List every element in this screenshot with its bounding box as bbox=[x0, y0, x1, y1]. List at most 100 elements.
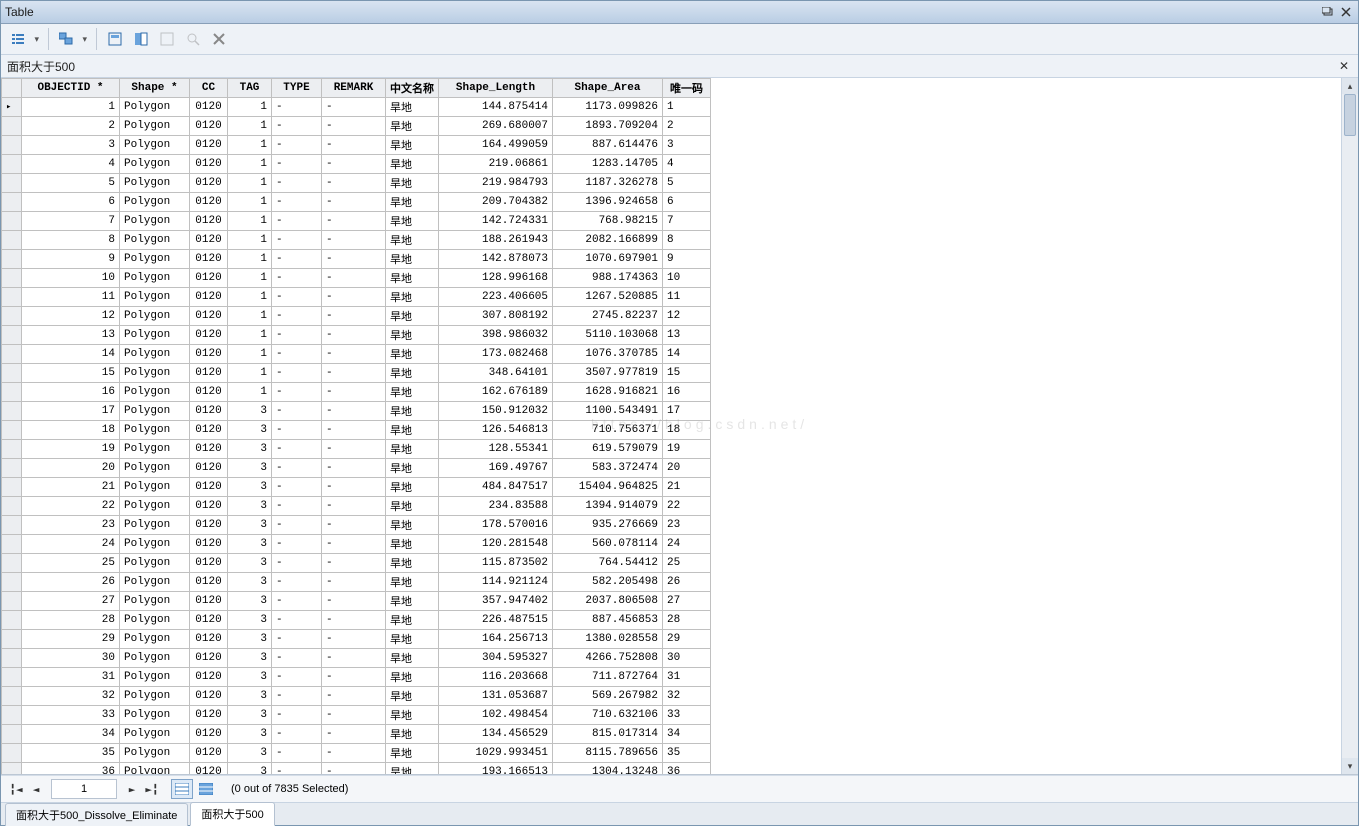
table-row[interactable]: 30Polygon01203--旱地304.5953274266.7528083… bbox=[2, 649, 711, 668]
row-handle[interactable] bbox=[2, 744, 22, 763]
cell-area[interactable]: 711.872764 bbox=[553, 668, 663, 687]
cell-type[interactable]: - bbox=[272, 649, 322, 668]
cell-shape[interactable]: Polygon bbox=[120, 383, 190, 402]
table-row[interactable]: 28Polygon01203--旱地226.487515887.45685328 bbox=[2, 611, 711, 630]
cell-uid[interactable]: 34 bbox=[663, 725, 711, 744]
cell-length[interactable]: 173.082468 bbox=[439, 345, 553, 364]
cell-shape[interactable]: Polygon bbox=[120, 725, 190, 744]
cell-remark[interactable]: - bbox=[322, 212, 386, 231]
cell-type[interactable]: - bbox=[272, 136, 322, 155]
row-handle[interactable] bbox=[2, 668, 22, 687]
cell-remark[interactable]: - bbox=[322, 516, 386, 535]
cell-area[interactable]: 5110.103068 bbox=[553, 326, 663, 345]
row-handle[interactable] bbox=[2, 250, 22, 269]
cell-length[interactable]: 178.570016 bbox=[439, 516, 553, 535]
cell-cc[interactable]: 0120 bbox=[190, 117, 228, 136]
table-row[interactable]: 13Polygon01201--旱地398.9860325110.1030681… bbox=[2, 326, 711, 345]
column-header[interactable]: REMARK bbox=[322, 79, 386, 98]
cell-cn[interactable]: 旱地 bbox=[386, 212, 439, 231]
cell-cc[interactable]: 0120 bbox=[190, 364, 228, 383]
column-header[interactable]: OBJECTID * bbox=[22, 79, 120, 98]
cell-shape[interactable]: Polygon bbox=[120, 763, 190, 775]
cell-objectid[interactable]: 5 bbox=[22, 174, 120, 193]
cell-cn[interactable]: 旱地 bbox=[386, 687, 439, 706]
cell-tag[interactable]: 1 bbox=[228, 174, 272, 193]
cell-cn[interactable]: 旱地 bbox=[386, 516, 439, 535]
cell-cn[interactable]: 旱地 bbox=[386, 744, 439, 763]
table-row[interactable]: 33Polygon01203--旱地102.498454710.63210633 bbox=[2, 706, 711, 725]
row-handle[interactable] bbox=[2, 478, 22, 497]
table-row[interactable]: 35Polygon01203--旱地1029.9934518115.789656… bbox=[2, 744, 711, 763]
cell-type[interactable]: - bbox=[272, 307, 322, 326]
cell-remark[interactable]: - bbox=[322, 763, 386, 775]
cell-area[interactable]: 1267.520885 bbox=[553, 288, 663, 307]
cell-area[interactable]: 3507.977819 bbox=[553, 364, 663, 383]
row-handle[interactable] bbox=[2, 174, 22, 193]
table-row[interactable]: 20Polygon01203--旱地169.49767583.37247420 bbox=[2, 459, 711, 478]
cell-area[interactable]: 1380.028558 bbox=[553, 630, 663, 649]
cell-cc[interactable]: 0120 bbox=[190, 649, 228, 668]
cell-uid[interactable]: 8 bbox=[663, 231, 711, 250]
cell-objectid[interactable]: 35 bbox=[22, 744, 120, 763]
cell-length[interactable]: 348.64101 bbox=[439, 364, 553, 383]
cell-uid[interactable]: 1 bbox=[663, 98, 711, 117]
cell-length[interactable]: 169.49767 bbox=[439, 459, 553, 478]
cell-area[interactable]: 768.98215 bbox=[553, 212, 663, 231]
cell-tag[interactable]: 3 bbox=[228, 706, 272, 725]
cell-tag[interactable]: 3 bbox=[228, 725, 272, 744]
select-by-attributes-button[interactable] bbox=[103, 27, 127, 51]
cell-area[interactable]: 764.54412 bbox=[553, 554, 663, 573]
row-handle[interactable] bbox=[2, 98, 22, 117]
cell-shape[interactable]: Polygon bbox=[120, 668, 190, 687]
cell-tag[interactable]: 3 bbox=[228, 535, 272, 554]
row-handle[interactable] bbox=[2, 649, 22, 668]
cell-cc[interactable]: 0120 bbox=[190, 288, 228, 307]
cell-tag[interactable]: 1 bbox=[228, 98, 272, 117]
grid-scroll[interactable]: OBJECTID *Shape *CCTAGTYPEREMARK中文名称Shap… bbox=[1, 78, 1341, 774]
cell-tag[interactable]: 3 bbox=[228, 573, 272, 592]
cell-area[interactable]: 1628.916821 bbox=[553, 383, 663, 402]
cell-type[interactable]: - bbox=[272, 744, 322, 763]
cell-objectid[interactable]: 21 bbox=[22, 478, 120, 497]
cell-area[interactable]: 1283.14705 bbox=[553, 155, 663, 174]
cell-length[interactable]: 116.203668 bbox=[439, 668, 553, 687]
cell-type[interactable]: - bbox=[272, 440, 322, 459]
cell-type[interactable]: - bbox=[272, 668, 322, 687]
cell-shape[interactable]: Polygon bbox=[120, 136, 190, 155]
cell-remark[interactable]: - bbox=[322, 250, 386, 269]
cell-tag[interactable]: 1 bbox=[228, 193, 272, 212]
cell-type[interactable]: - bbox=[272, 98, 322, 117]
cell-length[interactable]: 102.498454 bbox=[439, 706, 553, 725]
cell-area[interactable]: 1070.697901 bbox=[553, 250, 663, 269]
cell-remark[interactable]: - bbox=[322, 611, 386, 630]
cell-uid[interactable]: 19 bbox=[663, 440, 711, 459]
cell-cc[interactable]: 0120 bbox=[190, 212, 228, 231]
row-handle[interactable] bbox=[2, 288, 22, 307]
cell-uid[interactable]: 12 bbox=[663, 307, 711, 326]
cell-cc[interactable]: 0120 bbox=[190, 573, 228, 592]
cell-length[interactable]: 398.986032 bbox=[439, 326, 553, 345]
cell-shape[interactable]: Polygon bbox=[120, 212, 190, 231]
cell-tag[interactable]: 1 bbox=[228, 212, 272, 231]
cell-cc[interactable]: 0120 bbox=[190, 98, 228, 117]
cell-objectid[interactable]: 34 bbox=[22, 725, 120, 744]
cell-length[interactable]: 126.546813 bbox=[439, 421, 553, 440]
cell-length[interactable]: 484.847517 bbox=[439, 478, 553, 497]
cell-remark[interactable]: - bbox=[322, 459, 386, 478]
cell-objectid[interactable]: 28 bbox=[22, 611, 120, 630]
cell-cc[interactable]: 0120 bbox=[190, 497, 228, 516]
cell-remark[interactable]: - bbox=[322, 706, 386, 725]
table-row[interactable]: 10Polygon01201--旱地128.996168988.17436310 bbox=[2, 269, 711, 288]
cell-shape[interactable]: Polygon bbox=[120, 440, 190, 459]
cell-objectid[interactable]: 20 bbox=[22, 459, 120, 478]
cell-area[interactable]: 2037.806508 bbox=[553, 592, 663, 611]
cell-area[interactable]: 2082.166899 bbox=[553, 231, 663, 250]
column-header[interactable]: TYPE bbox=[272, 79, 322, 98]
row-handle[interactable] bbox=[2, 725, 22, 744]
cell-type[interactable]: - bbox=[272, 535, 322, 554]
row-handle[interactable] bbox=[2, 193, 22, 212]
cell-objectid[interactable]: 3 bbox=[22, 136, 120, 155]
cell-shape[interactable]: Polygon bbox=[120, 98, 190, 117]
cell-type[interactable]: - bbox=[272, 231, 322, 250]
table-tab[interactable]: 面积大于500_Dissolve_Eliminate bbox=[5, 803, 188, 826]
